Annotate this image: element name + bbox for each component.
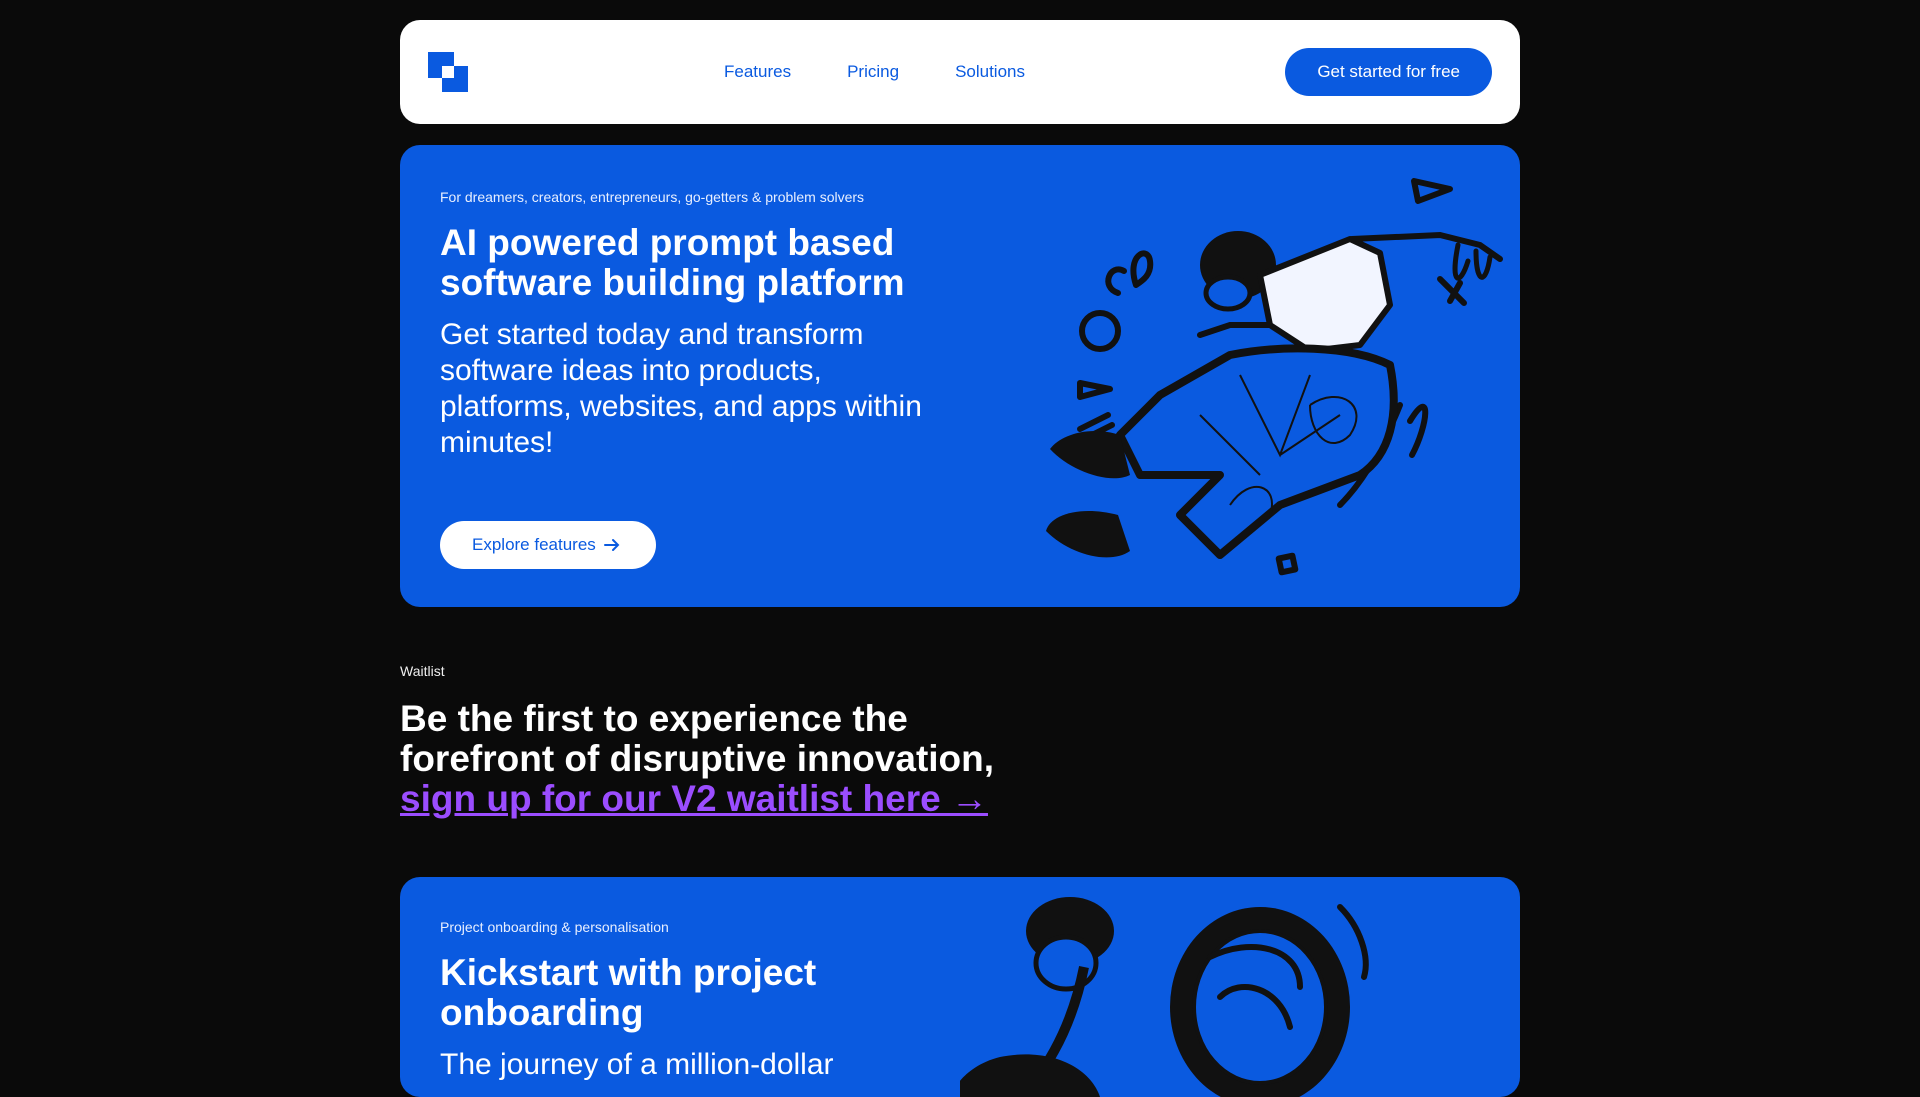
arrow-right-icon	[603, 539, 620, 551]
logo-icon[interactable]	[428, 52, 468, 92]
top-navbar: Features Pricing Solutions Get started f…	[400, 20, 1520, 124]
get-started-button[interactable]: Get started for free	[1285, 48, 1492, 96]
hero-subtitle: Get started today and transform software…	[440, 318, 922, 459]
hero-kicker: For dreamers, creators, entrepreneurs, g…	[440, 189, 865, 205]
hero-card: For dreamers, creators, entrepreneurs, g…	[400, 145, 1520, 607]
nav-link-pricing[interactable]: Pricing	[847, 62, 899, 82]
page-container: Features Pricing Solutions Get started f…	[400, 20, 1520, 1097]
nav-link-solutions[interactable]: Solutions	[955, 62, 1025, 82]
nav-link-features[interactable]: Features	[724, 62, 791, 82]
onboarding-title: Kickstart with project onboarding	[440, 952, 817, 1033]
hero-illustration	[1046, 178, 1503, 576]
waitlist-signup-link[interactable]: sign up for our V2 waitlist here →	[400, 778, 988, 819]
waitlist-heading: Be the first to experience the forefront…	[400, 699, 1040, 819]
explore-features-button[interactable]: Explore features	[440, 521, 656, 569]
onboarding-kicker: Project onboarding & personalisation	[440, 919, 669, 935]
waitlist-section: Waitlist Be the first to experience the …	[400, 663, 1520, 819]
explore-features-label: Explore features	[472, 535, 596, 554]
main-nav: Features Pricing Solutions	[724, 20, 1025, 124]
waitlist-label: Waitlist	[400, 663, 445, 679]
onboarding-card: Project onboarding & personalisation Kic…	[400, 877, 1520, 1097]
hero-title: AI powered prompt based software buildin…	[440, 222, 905, 303]
waitlist-heading-text: Be the first to experience the forefront…	[400, 698, 995, 779]
onboarding-illustration	[960, 897, 1369, 1097]
onboarding-subtitle: The journey of a million-dollar	[440, 1048, 834, 1081]
